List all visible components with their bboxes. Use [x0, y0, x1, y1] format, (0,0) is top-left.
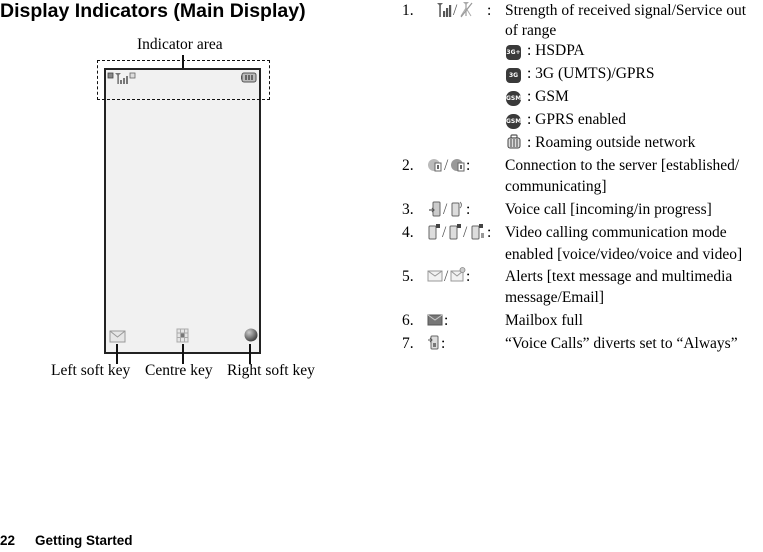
gsm-label: : GSM [527, 88, 569, 105]
globe-icon [244, 328, 258, 342]
gprs-row: GSM [506, 112, 521, 130]
section-title: Getting Started [35, 533, 133, 548]
network-icon [107, 72, 114, 79]
small-square-icon [129, 72, 136, 79]
item-7-colon: : [441, 335, 446, 352]
item-2-desc-line-2: communicating] [505, 178, 607, 195]
right-soft-key-label: Right soft key [227, 362, 315, 379]
icon-separator: / [444, 268, 449, 285]
item-4-desc-line-1: Video calling communication mode [505, 224, 727, 241]
no-service-icon [460, 2, 473, 18]
3g-label: : 3G (UMTS)/GPRS [527, 65, 655, 82]
item-3-colon: : [466, 201, 471, 218]
video-video-icon [449, 224, 461, 240]
incoming-call-icon [429, 201, 441, 217]
gprs-label: : GPRS enabled [527, 111, 627, 128]
video-voice-icon [428, 224, 440, 240]
server-communicating-icon [451, 159, 465, 172]
item-5-desc-line-1: Alerts [text message and multimedia [505, 268, 733, 285]
server-established-icon [428, 159, 442, 172]
icon-separator: / [463, 224, 468, 241]
hsdpa-label: : HSDPA [527, 42, 585, 59]
item-7-number: 7. [402, 335, 414, 352]
centre-key-label: Centre key [145, 362, 213, 379]
page-title: Display Indicators (Main Display) [0, 0, 306, 22]
item-5-number: 5. [402, 268, 414, 285]
3g-umts-icon: 3G [506, 67, 521, 83]
item-6-desc-line-1: Mailbox full [505, 312, 583, 329]
icon-separator: / [442, 224, 447, 241]
status-icons [107, 72, 136, 84]
centre-key-leader [182, 344, 184, 364]
signal-strength-icon [437, 3, 452, 17]
divert-always-icon [428, 335, 439, 350]
signal-strength-icon [115, 73, 128, 84]
hsdpa-icon: 3G+ [506, 44, 521, 60]
item-4-desc-line-2: enabled [voice/video/voice and video] [505, 246, 743, 263]
right-soft-key-leader [249, 344, 251, 364]
item-6-colon: : [444, 312, 449, 329]
item-2-number: 2. [402, 157, 414, 174]
item-2-colon: : [466, 157, 471, 174]
video-voice-and-video-icon [471, 224, 484, 240]
left-soft-key-label: Left soft key [51, 362, 131, 379]
roaming-label: : Roaming outside network [527, 134, 696, 151]
envelope-icon [109, 330, 126, 343]
item-5-desc-line-2: message/Email] [505, 289, 604, 306]
3g-row: 3G [506, 66, 521, 84]
item-1-desc-line-1: Strength of received signal/Service out [505, 2, 747, 19]
call-in-progress-icon [451, 201, 462, 217]
item-6-number: 6. [402, 312, 414, 329]
phone-screen [104, 68, 261, 354]
multimedia-email-alert-icon [450, 267, 466, 282]
left-soft-key-leader [116, 344, 118, 364]
hsdpa-row: 3G+ [506, 43, 521, 61]
item-5-colon: : [466, 268, 471, 285]
item-4-colon: : [487, 224, 492, 241]
item-2-desc-line-1: Connection to the server [established/ [505, 157, 740, 174]
icon-separator: / [444, 157, 449, 174]
item-3-number: 3. [402, 201, 414, 218]
item-4-number: 4. [402, 224, 414, 241]
item-1-number: 1. [402, 2, 414, 19]
icon-separator: / [453, 2, 458, 19]
gsm-icon: GSM [506, 90, 521, 106]
item-1-desc-line-2: of range [505, 22, 557, 39]
gsm-row: GSM [506, 89, 521, 107]
item-7-desc-line-1: “Voice Calls” diverts set to “Always” [505, 335, 738, 352]
item-1-colon: : [487, 2, 492, 19]
icon-separator: / [443, 201, 448, 218]
text-message-alert-icon [427, 270, 443, 282]
roaming-icon [507, 134, 521, 149]
battery-icon [241, 72, 257, 83]
mailbox-full-icon [427, 314, 443, 326]
item-3-desc-line-1: Voice call [incoming/in progress] [505, 201, 712, 218]
page-number: 22 [0, 533, 16, 548]
gprs-enabled-icon: GSM [506, 113, 521, 129]
grid-menu-icon [176, 328, 189, 343]
indicator-area-label: Indicator area [137, 36, 223, 53]
